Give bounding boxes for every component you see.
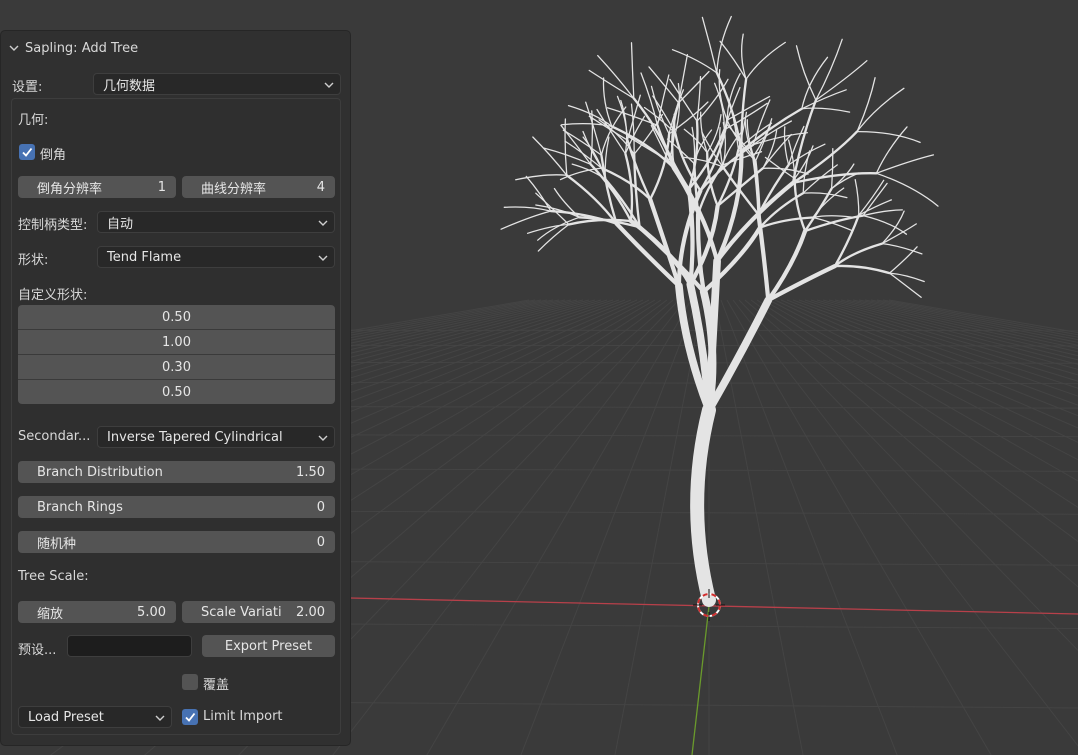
chevron-down-icon bbox=[9, 45, 19, 51]
chevron-down-icon bbox=[318, 435, 328, 441]
branch-rings-field[interactable]: Branch Rings 0 bbox=[18, 496, 335, 518]
chevron-down-icon bbox=[318, 255, 328, 261]
tree-scale-label: Tree Scale: bbox=[18, 569, 89, 584]
bevel-label: 倒角 bbox=[40, 148, 67, 163]
handle-type-value: 自动 bbox=[107, 216, 134, 232]
handle-type-dropdown[interactable]: 自动 bbox=[97, 211, 335, 233]
custom-shape-field[interactable]: 0.30 bbox=[18, 355, 335, 380]
limit-import-label: Limit Import bbox=[203, 709, 283, 724]
bevel-resolution-value: 1 bbox=[157, 179, 166, 195]
chevron-down-icon bbox=[318, 220, 328, 226]
bevel-resolution-label: 倒角分辨率 bbox=[37, 181, 103, 197]
random-seed-field[interactable]: 随机种 0 bbox=[18, 531, 335, 553]
shape-dropdown[interactable]: Tend Flame bbox=[97, 246, 335, 268]
scale-variation-label: Scale Variati bbox=[201, 604, 282, 620]
overwrite-checkbox[interactable] bbox=[182, 674, 198, 690]
panel-header[interactable]: Sapling: Add Tree bbox=[9, 39, 138, 57]
curve-resolution-value: 4 bbox=[316, 179, 325, 195]
custom-shape-field[interactable]: 0.50 bbox=[18, 305, 335, 330]
custom-shape-fields: 0.50 1.00 0.30 0.50 bbox=[18, 305, 335, 404]
scale-label: 缩放 bbox=[37, 606, 64, 622]
settings-dropdown[interactable]: 几何数据 bbox=[93, 73, 341, 95]
secondary-dropdown[interactable]: Inverse Tapered Cylindrical bbox=[97, 426, 335, 448]
curve-resolution-label: 曲线分辨率 bbox=[201, 181, 267, 197]
geometry-label: 几何: bbox=[18, 113, 49, 128]
settings-value: 几何数据 bbox=[103, 78, 156, 94]
random-seed-label: 随机种 bbox=[37, 536, 77, 552]
custom-shape-field[interactable]: 0.50 bbox=[18, 380, 335, 404]
export-preset-button[interactable]: Export Preset bbox=[202, 635, 335, 657]
scale-field[interactable]: 缩放 5.00 bbox=[18, 601, 176, 623]
limit-import-checkbox[interactable] bbox=[182, 709, 198, 725]
preset-label: 预设... bbox=[18, 643, 57, 658]
branch-rings-label: Branch Rings bbox=[37, 499, 123, 515]
preset-name-input[interactable] bbox=[67, 635, 192, 657]
scale-value: 5.00 bbox=[137, 604, 166, 620]
custom-shape-field[interactable]: 1.00 bbox=[18, 330, 335, 355]
branch-distribution-field[interactable]: Branch Distribution 1.50 bbox=[18, 461, 335, 483]
add-tree-panel: Sapling: Add Tree 设置: 几何数据 几何: 倒角 倒角分辨率 … bbox=[1, 31, 350, 745]
checkmark-icon bbox=[22, 147, 33, 157]
curve-resolution-field[interactable]: 曲线分辨率 4 bbox=[182, 176, 335, 198]
scale-variation-field[interactable]: Scale Variati 2.00 bbox=[182, 601, 335, 623]
shape-label: 形状: bbox=[18, 253, 49, 268]
bevel-resolution-field[interactable]: 倒角分辨率 1 bbox=[18, 176, 176, 198]
settings-label: 设置: bbox=[12, 80, 43, 95]
branch-distribution-label: Branch Distribution bbox=[37, 464, 163, 480]
scale-variation-value: 2.00 bbox=[296, 604, 325, 620]
branch-rings-value: 0 bbox=[316, 499, 325, 515]
custom-shape-label: 自定义形状: bbox=[18, 288, 88, 303]
load-preset-dropdown[interactable]: Load Preset bbox=[18, 706, 172, 728]
panel-title: Sapling: Add Tree bbox=[25, 40, 139, 56]
checkmark-icon bbox=[185, 712, 196, 722]
random-seed-value: 0 bbox=[316, 534, 325, 550]
load-preset-label: Load Preset bbox=[28, 709, 104, 725]
handle-type-label: 控制柄类型: bbox=[18, 218, 88, 233]
secondary-value: Inverse Tapered Cylindrical bbox=[107, 429, 283, 445]
secondary-label: Secondar... bbox=[18, 429, 91, 444]
overwrite-label: 覆盖 bbox=[203, 678, 230, 693]
shape-value: Tend Flame bbox=[107, 249, 182, 265]
chevron-down-icon bbox=[324, 82, 334, 88]
bevel-checkbox[interactable] bbox=[19, 144, 35, 160]
branch-distribution-value: 1.50 bbox=[296, 464, 325, 480]
chevron-down-icon bbox=[155, 715, 165, 721]
